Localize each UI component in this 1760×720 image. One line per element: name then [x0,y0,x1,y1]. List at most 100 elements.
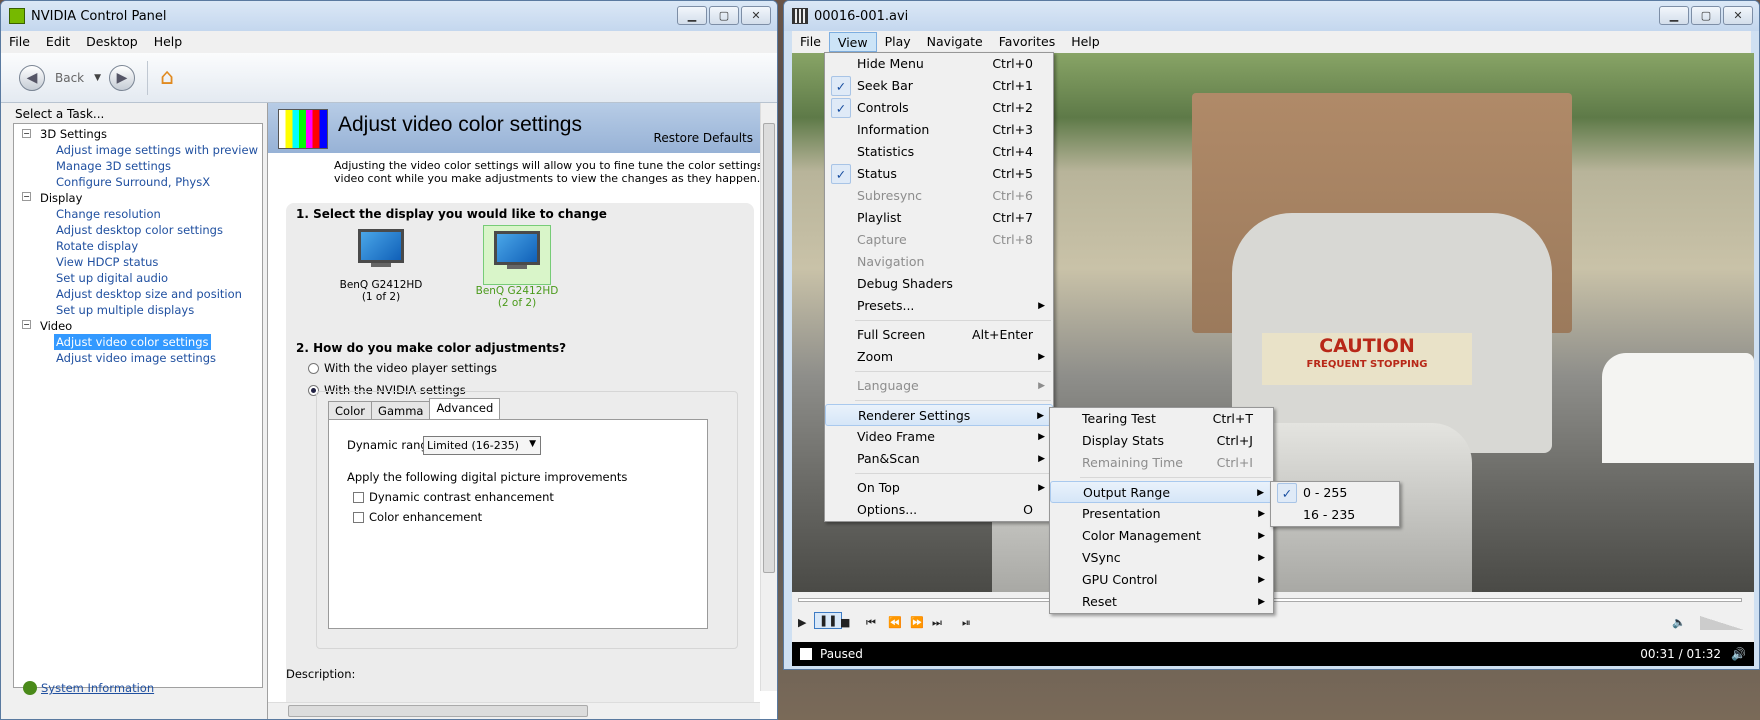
output-range-menu-item-16-235[interactable]: 16 - 235 [1271,504,1399,526]
menu-favorites[interactable]: Favorites [991,32,1063,52]
display-2[interactable]: BenQ G2412HD (2 of 2) [462,225,572,309]
view-menu-item-renderer-settings[interactable]: Renderer Settings ▶ [825,404,1053,426]
frame-step-icon[interactable]: ⏯ [962,616,971,630]
renderer-menu-item-display-stats[interactable]: Display Stats Ctrl+J [1050,430,1273,452]
menu-help[interactable]: Help [146,32,191,52]
player-titlebar[interactable]: 00016-001.avi ▁ ▢ ✕ [784,1,1759,31]
menu-view[interactable]: View [828,32,877,52]
renderer-menu-item-tearing-test[interactable]: Tearing Test Ctrl+T [1050,408,1273,430]
collapse-icon[interactable]: − [22,129,31,138]
restore-defaults-link[interactable]: Restore Defaults [654,131,753,145]
collapse-icon[interactable]: − [22,320,31,329]
back-arrow-icon[interactable]: ◀ [19,64,45,91]
display-1[interactable]: BenQ G2412HD (1 of 2) [326,229,436,303]
minimize-button[interactable]: ▁ [1659,6,1689,25]
minimize-button[interactable]: ▁ [677,6,707,25]
tree-item-rotate[interactable]: Rotate display [56,238,138,254]
van-shape [1602,353,1754,463]
renderer-menu-item-presentation[interactable]: Presentation ▶ [1050,503,1273,525]
renderer-menu-item-label: VSync [1082,550,1121,565]
dynamic-range-select[interactable]: Limited (16-235) ▼ [423,436,541,455]
checkmark-icon: ✓ [831,76,851,96]
menu-help[interactable]: Help [1063,32,1108,52]
play-icon[interactable]: ▶ [798,616,806,629]
tree-item-hdcp[interactable]: View HDCP status [56,254,158,270]
tree-item-audio[interactable]: Set up digital audio [56,270,168,286]
view-menu-item-controls[interactable]: ✓ Controls Ctrl+2 [825,97,1053,119]
tree-item-image-preview[interactable]: Adjust image settings with preview [56,142,258,158]
renderer-menu-item-vsync[interactable]: VSync ▶ [1050,547,1273,569]
speaker-icon[interactable]: 🔈 [1672,616,1686,629]
view-menu-item-on-top[interactable]: On Top ▶ [825,477,1053,499]
tree-item-manage-3d[interactable]: Manage 3D settings [56,158,171,174]
tree-item-video-color[interactable]: Adjust video color settings [54,334,211,350]
view-menu-item-playlist[interactable]: Playlist Ctrl+7 [825,207,1053,229]
output-range-menu-item-0-255[interactable]: ✓ 0 - 255 [1271,482,1399,504]
back-label[interactable]: Back [55,71,84,85]
renderer-menu-item-reset[interactable]: Reset ▶ [1050,591,1273,613]
menu-navigate[interactable]: Navigate [919,32,991,52]
checkbox-dynamic-contrast[interactable]: Dynamic contrast enhancement [353,490,554,504]
view-menu-item-label: Full Screen [857,327,926,342]
home-icon[interactable]: ⌂ [160,65,174,90]
content-vertical-scrollbar[interactable] [760,103,777,691]
tree-category-3d[interactable]: 3D Settings [40,126,107,142]
close-button[interactable]: ✕ [1723,6,1753,25]
history-dropdown-icon[interactable]: ▼ [94,73,101,83]
view-menu-item-full-screen[interactable]: Full Screen Alt+Enter [825,324,1053,346]
scroll-thumb[interactable] [288,705,588,717]
menu-play[interactable]: Play [877,32,919,52]
tree-item-video-image[interactable]: Adjust video image settings [56,350,216,366]
forward-arrow-icon[interactable]: ▶ [109,64,136,91]
menu-edit[interactable]: Edit [38,32,78,52]
skip-back-icon[interactable]: ⏮ [866,616,876,630]
tree-item-desktop-color[interactable]: Adjust desktop color settings [56,222,223,238]
stop-icon[interactable]: ■ [840,616,850,629]
view-menu-item-status[interactable]: ✓ Status Ctrl+5 [825,163,1053,185]
content-horizontal-scrollbar[interactable] [268,702,760,719]
renderer-menu-item-gpu-control[interactable]: GPU Control ▶ [1050,569,1273,591]
view-menu-item-seek-bar[interactable]: ✓ Seek Bar Ctrl+1 [825,75,1053,97]
view-menu-item-zoom[interactable]: Zoom ▶ [825,346,1053,368]
maximize-button[interactable]: ▢ [1691,6,1721,25]
system-information-link[interactable]: System Information [41,681,154,695]
tree-category-video[interactable]: Video [40,318,72,334]
menu-desktop[interactable]: Desktop [78,32,146,52]
view-menu-item-label: On Top [857,480,900,495]
page-banner: Adjust video color settings Restore Defa… [268,103,777,153]
view-menu-item-video-frame[interactable]: Video Frame ▶ [825,426,1053,448]
rewind-icon[interactable]: ⏪ [888,616,902,629]
tree-item-resolution[interactable]: Change resolution [56,206,161,222]
scroll-thumb[interactable] [763,123,775,573]
collapse-icon[interactable]: − [22,192,31,201]
menu-file[interactable]: File [1,32,38,52]
maximize-button[interactable]: ▢ [709,6,739,25]
view-menu-item-information[interactable]: Information Ctrl+3 [825,119,1053,141]
volume-slider[interactable] [1700,616,1744,630]
view-menu-item-presets[interactable]: Presets... ▶ [825,295,1053,317]
tree-category-display[interactable]: Display [40,190,82,206]
close-button[interactable]: ✕ [741,6,771,25]
tab-advanced[interactable]: Advanced [429,398,501,421]
view-menu-item-debug-shaders[interactable]: Debug Shaders [825,273,1053,295]
radio-video-player[interactable]: With the video player settings [308,361,497,375]
submenu-arrow-icon: ▶ [1258,575,1265,585]
tree-item-surround[interactable]: Configure Surround, PhysX [56,174,210,190]
view-menu-item-options[interactable]: Options... O [825,499,1053,521]
pause-icon[interactable]: ❚❚ [814,612,843,629]
view-menu-item-statistics[interactable]: Statistics Ctrl+4 [825,141,1053,163]
renderer-menu-item-color-management[interactable]: Color Management ▶ [1050,525,1273,547]
tree-item-multiple-displays[interactable]: Set up multiple displays [56,302,194,318]
nvidia-titlebar[interactable]: NVIDIA Control Panel ▁ ▢ ✕ [1,1,777,31]
tree-item-desktop-size[interactable]: Adjust desktop size and position [56,286,242,302]
view-menu-item-language: Language ▶ [825,375,1053,397]
submenu-arrow-icon: ▶ [1038,432,1045,442]
checkbox-color-enhancement[interactable]: Color enhancement [353,510,482,524]
skip-forward-icon[interactable]: ⏭ [932,616,942,630]
view-menu-item-hide-menu[interactable]: Hide Menu Ctrl+0 [825,53,1053,75]
renderer-menu-item-output-range[interactable]: Output Range ▶ [1050,481,1273,503]
menu-file[interactable]: File [792,32,829,52]
fast-forward-icon[interactable]: ⏩ [910,616,924,629]
view-menu-item-label: Status [857,166,897,181]
view-menu-item-pan-scan[interactable]: Pan&Scan ▶ [825,448,1053,470]
